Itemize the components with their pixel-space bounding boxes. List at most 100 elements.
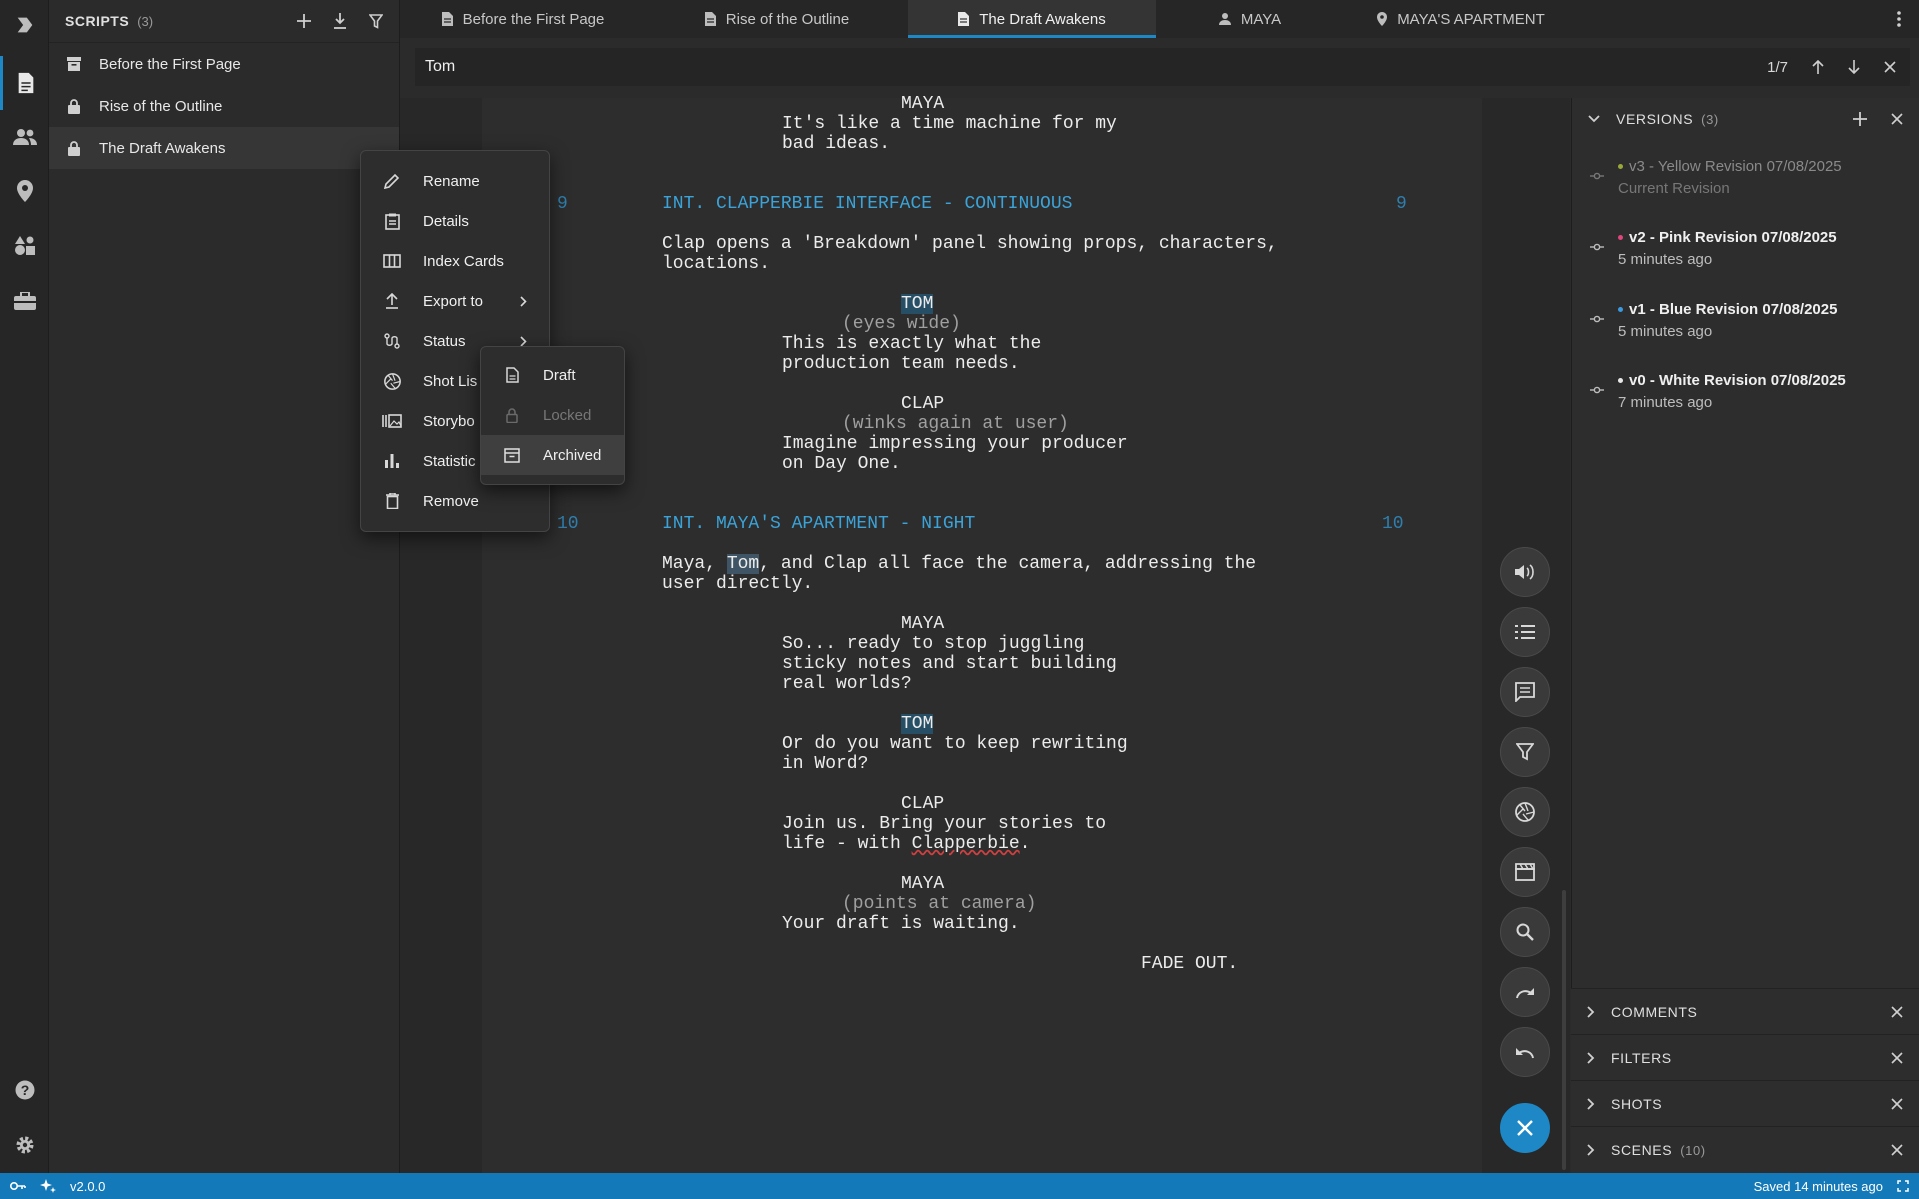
version-item-v3[interactable]: v3 - Yellow Revision 07/08/2025 Current …	[1572, 154, 1919, 214]
key-icon[interactable]	[10, 1181, 26, 1191]
filters-pane-header[interactable]: FILTERS	[1571, 1034, 1919, 1080]
version-item-v2[interactable]: v2 - Pink Revision 07/08/2025 5 minutes …	[1572, 225, 1919, 285]
speaker-volume-icon[interactable]	[1500, 547, 1550, 597]
close-pane-icon[interactable]	[1891, 1097, 1903, 1110]
close-pane-icon[interactable]	[1891, 1051, 1903, 1064]
version-title: v1 - Blue Revision 07/08/2025	[1629, 301, 1838, 318]
menu-item-remove[interactable]: Remove	[361, 481, 551, 521]
previous-match-arrow-up-icon[interactable]	[1812, 60, 1824, 74]
tab-the-draft-awakens[interactable]: The Draft Awakens	[908, 0, 1156, 38]
version-subtitle: 5 minutes ago	[1618, 251, 1713, 268]
search-icon[interactable]	[1500, 907, 1550, 957]
find-bar: Tom 1/7	[415, 48, 1910, 86]
columns-icon	[361, 254, 423, 268]
characters-nav-icon[interactable]	[0, 110, 49, 164]
tab-mayas-apartment[interactable]: MAYA'S APARTMENT	[1344, 0, 1578, 38]
archive-icon	[65, 57, 83, 71]
script-item-before-the-first-page[interactable]: Before the First Page	[49, 43, 399, 85]
close-pane-icon[interactable]	[1891, 1144, 1903, 1156]
scene-heading: INT. CLAPPERBIE INTERFACE - CONTINUOUS	[662, 194, 1073, 214]
next-match-arrow-down-icon[interactable]	[1848, 60, 1860, 74]
add-script-icon[interactable]	[297, 14, 311, 28]
elements-nav-icon[interactable]	[0, 219, 49, 273]
menu-item-index-cards[interactable]: Index Cards	[361, 241, 551, 281]
chevron-right-icon[interactable]	[1587, 1144, 1595, 1156]
tab-rise-of-the-outline[interactable]: Rise of the Outline	[646, 0, 908, 38]
document-icon	[958, 12, 970, 26]
submenu-item-label: Locked	[543, 406, 592, 424]
dialogue-line: real worlds?	[782, 674, 912, 694]
undo-icon[interactable]	[1500, 1027, 1550, 1077]
scenes-pane-header[interactable]: SCENES (10)	[1571, 1126, 1919, 1173]
dialogue-line: It's like a time machine for my	[782, 114, 1117, 134]
spellcheck-word[interactable]: Clapperbie	[912, 834, 1020, 854]
upload-icon	[361, 293, 423, 309]
locations-nav-icon[interactable]	[0, 164, 49, 218]
close-versions-icon[interactable]	[1891, 113, 1903, 125]
more-vert-icon[interactable]	[1879, 11, 1919, 27]
version-item-v1[interactable]: v1 - Blue Revision 07/08/2025 5 minutes …	[1572, 297, 1919, 357]
chevron-right-icon[interactable]	[1587, 1051, 1595, 1064]
pane-title: FILTERS	[1611, 1049, 1672, 1066]
add-version-icon[interactable]	[1853, 112, 1867, 126]
action-line: Maya, Tom, and Clap all face the camera,…	[662, 554, 1256, 574]
sparkle-ai-icon[interactable]	[40, 1179, 56, 1193]
storyboard-icon	[361, 414, 423, 428]
status-option-locked: Locked	[481, 395, 624, 435]
tab-before-the-first-page[interactable]: Before the First Page	[400, 0, 646, 38]
dialogue-line: Join us. Bring your stories to	[782, 814, 1107, 834]
help-icon[interactable]: ?	[0, 1063, 49, 1117]
camera-shutter-icon[interactable]	[1500, 787, 1550, 837]
save-status: Saved 14 minutes ago	[1753, 1178, 1883, 1194]
person-icon	[1218, 13, 1231, 25]
import-script-icon[interactable]	[333, 13, 347, 29]
outline-list-icon[interactable]	[1500, 607, 1550, 657]
production-nav-icon[interactable]	[0, 274, 49, 328]
menu-item-rename[interactable]: Rename	[361, 161, 551, 201]
dialogue-line: on Day One.	[782, 454, 901, 474]
comments-pane-header[interactable]: COMMENTS	[1571, 988, 1919, 1034]
fullscreen-icon[interactable]	[1897, 1180, 1909, 1192]
document-icon	[441, 12, 453, 26]
comment-icon[interactable]	[1500, 667, 1550, 717]
version-title: v2 - Pink Revision 07/08/2025	[1629, 229, 1837, 246]
shots-pane-header[interactable]: SHOTS	[1571, 1080, 1919, 1126]
version-item-v0[interactable]: v0 - White Revision 07/08/2025 7 minutes…	[1572, 368, 1919, 428]
script-item-rise-of-the-outline[interactable]: Rise of the Outline	[49, 85, 399, 127]
match-counter: 1/7	[1767, 58, 1788, 76]
status-option-archived[interactable]: Archived	[481, 435, 624, 475]
tab-maya[interactable]: MAYA	[1156, 0, 1344, 38]
version-title: v3 - Yellow Revision 07/08/2025	[1629, 158, 1842, 175]
versions-title: VERSIONS	[1616, 111, 1694, 127]
parenthetical: (winks again at user)	[842, 414, 1069, 434]
tab-label: Rise of the Outline	[725, 10, 850, 28]
close-fab-icon[interactable]	[1500, 1103, 1550, 1153]
clipboard-icon	[361, 213, 423, 230]
close-pane-icon[interactable]	[1891, 1005, 1903, 1018]
filter-scripts-icon[interactable]	[369, 13, 383, 29]
editor-scrollbar[interactable]	[1562, 890, 1566, 1170]
search-input[interactable]: Tom	[425, 58, 455, 76]
filter-icon[interactable]	[1500, 727, 1550, 777]
character-cue: MAYA	[901, 874, 945, 894]
menu-item-export-to[interactable]: Export to	[361, 281, 551, 321]
script-item-the-draft-awakens[interactable]: The Draft Awakens	[49, 127, 399, 169]
character-cue: MAYA	[901, 614, 945, 634]
chevron-down-icon[interactable]	[1588, 115, 1600, 123]
chevron-right-icon[interactable]	[1587, 1005, 1595, 1018]
character-cue: CLAP	[901, 394, 945, 414]
menu-item-details[interactable]: Details	[361, 201, 551, 241]
commit-icon	[1590, 243, 1604, 251]
scene-number-right: 10	[1382, 514, 1404, 534]
settings-gear-icon[interactable]	[0, 1118, 49, 1172]
close-search-icon[interactable]	[1884, 61, 1896, 73]
dialogue-line: in Word?	[782, 754, 869, 774]
redo-icon[interactable]	[1500, 967, 1550, 1017]
app-logo-icon[interactable]	[0, 0, 49, 50]
svg-text:?: ?	[20, 1082, 29, 1098]
scripts-nav-icon[interactable]	[0, 56, 49, 110]
status-option-draft[interactable]: Draft	[481, 355, 624, 395]
clapperboard-icon[interactable]	[1500, 847, 1550, 897]
tab-label: Before the First Page	[462, 10, 605, 28]
chevron-right-icon[interactable]	[1587, 1097, 1595, 1110]
